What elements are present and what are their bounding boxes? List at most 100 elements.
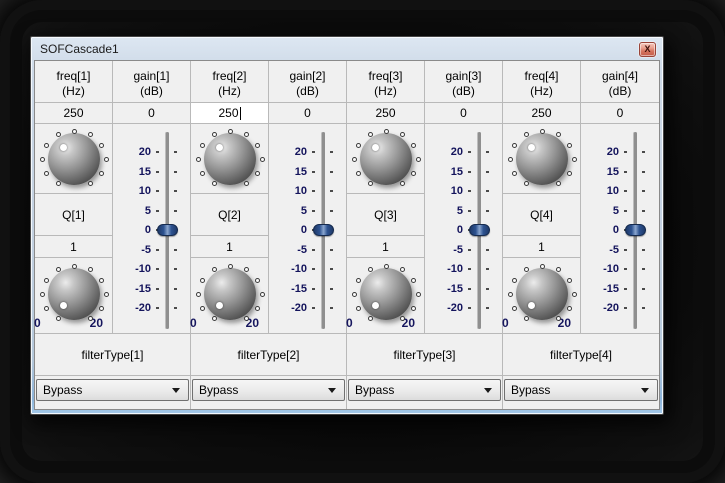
gain-value-field[interactable]: 0 [581,103,659,124]
knob-tick-dot [383,128,389,134]
filter-type-label-text: filterType[2] [237,347,300,362]
gain-slider[interactable]: 20 15 10 5 0 -5 -10 -15 -20 [269,124,347,334]
slider-tick [486,170,489,173]
gain-slider[interactable]: 20 15 10 5 0 -5 -10 -15 -20 [113,124,191,334]
slider-tick [156,170,159,173]
q-value: 1 [226,239,233,254]
slider-tick-label: -10 [447,263,463,275]
slider-thumb[interactable] [469,224,490,236]
filter-type-dropdown[interactable]: Bypass [36,379,189,401]
knob-tick-dot [243,315,249,321]
knob-tick-dot [259,156,265,162]
gain-value: 0 [616,106,624,120]
q-value: 1 [382,239,389,254]
slider-tick-label: -5 [141,243,151,256]
q-knob-cell: 0 20 [34,258,113,334]
q-min-label: 0 [190,316,197,330]
slider-tick-label: 20 [450,146,463,158]
close-button[interactable]: X [639,42,656,57]
slider-tick [468,209,471,212]
slider-thumb[interactable] [625,224,646,236]
slider-tick [642,190,645,192]
filter-type-dropdown[interactable]: Bypass [348,379,501,401]
knob-tick-dot [351,156,357,162]
q-value-field[interactable]: 1 [503,236,581,258]
freq-knob[interactable] [204,133,256,185]
freq-header: freq[4] (Hz) [503,61,581,103]
q-knob[interactable] [204,268,256,320]
slider-tick [174,170,177,173]
slider-thumb[interactable] [313,224,334,236]
knob-tick-dot [199,277,205,283]
knob-tick-dot [567,277,573,283]
freq-knob-cell [35,124,113,194]
gain-slider[interactable]: 20 15 10 5 0 -5 -10 -15 -20 [581,124,659,334]
slider-tick [312,287,315,290]
freq-value: 250 [531,106,552,120]
knob-tick-dot [211,180,217,186]
gain-unit: (dB) [296,83,319,98]
knob-tick-dot [511,305,517,311]
freq-value-field[interactable]: 250 [35,103,113,124]
slider-tick [624,268,627,270]
knob-tick-dot [355,277,361,283]
knob-tick-dot [355,305,361,311]
gain-slider[interactable]: 20 15 10 5 0 -5 -10 -15 -20 [425,124,503,334]
q-knob[interactable] [516,268,568,320]
slider-tick [312,209,315,212]
filter-type-value: Bypass [355,383,395,397]
knob-tick-dot [411,142,417,148]
slider-thumb[interactable] [157,224,178,236]
knob-tick-dot [195,156,201,162]
knob-tick-dot [411,305,417,311]
filter-type-label: filterType[2] [191,334,347,376]
knob-indicator-dot [372,144,379,151]
q-label-cell: Q[1] [35,194,113,236]
freq-knob[interactable] [516,133,568,185]
slider-tick-label: 0 [612,224,619,236]
knob-tick-dot [43,277,49,283]
knob-tick-dot [55,267,61,273]
q-knob[interactable] [360,268,412,320]
knob-tick-dot [99,305,105,311]
gain-value-field[interactable]: 0 [113,103,191,124]
q-knob-cell: 0 20 [502,258,581,334]
gain-value-field[interactable]: 0 [425,103,503,124]
q-value-field[interactable]: 1 [191,236,269,258]
freq-knob[interactable] [360,133,412,185]
slider-tick [312,190,315,192]
knob-tick-dot [87,132,93,138]
filter-type-dropdown[interactable]: Bypass [192,379,345,401]
slider-tick [468,307,471,309]
freq-value-field[interactable]: 250 [503,103,581,124]
slider-tick-label: 0 [456,224,463,236]
knob-tick-dot [99,170,105,176]
freq-name: freq[1] [56,68,91,83]
knob-tick-dot [243,180,249,186]
slider-tick [156,268,159,270]
gain-value: 0 [304,106,311,120]
knob-tick-dot [199,142,205,148]
freq-knob[interactable] [48,133,100,185]
knob-tick-dot [227,263,233,269]
gain-name: gain[4] [601,68,639,83]
filter-group-1: freq[1] (Hz) gain[1] (dB) 250 0 20 15 10 5 0… [34,61,191,409]
knob-indicator-dot [528,144,535,151]
slider-tick [486,151,489,153]
gain-value-field[interactable]: 0 [269,103,347,124]
slider-tick [624,209,627,212]
filter-type-cell: Bypass [35,376,191,409]
knob-tick-dot [399,315,405,321]
knob-indicator-dot [60,302,67,309]
freq-value-field[interactable]: 250 [191,103,269,124]
window-titlebar[interactable]: SOFCascade1 X [31,37,663,60]
filter-type-cell: Bypass [347,376,503,409]
knob-tick-dot [411,277,417,283]
q-value-field[interactable]: 1 [347,236,425,258]
knob-tick-dot [43,142,49,148]
filter-type-dropdown[interactable]: Bypass [504,379,658,401]
freq-value-field[interactable]: 250 [347,103,425,124]
slider-tick [330,209,333,212]
q-value-field[interactable]: 1 [35,236,113,258]
q-knob[interactable] [48,268,100,320]
